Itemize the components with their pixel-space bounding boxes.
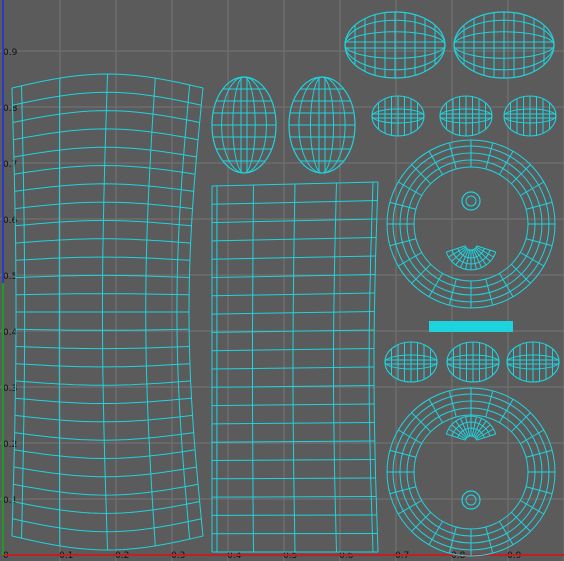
wire-edge bbox=[461, 191, 481, 211]
uv-shell-ring-lower[interactable] bbox=[386, 387, 556, 557]
v-tick-0.1: 0.1 bbox=[3, 496, 17, 506]
wire-edge bbox=[461, 490, 481, 510]
uv-shell-tall-strip-middle[interactable] bbox=[211, 181, 379, 553]
wire-edge bbox=[465, 195, 477, 207]
uv-shell-cap-bar[interactable] bbox=[429, 321, 513, 332]
uv-shell-small-bands-row1[interactable] bbox=[371, 95, 557, 137]
uv-canvas[interactable]: 0 0.1 0.2 0.3 0.4 0.5 0.6 0.7 0.8 0.9 0.… bbox=[0, 0, 564, 561]
v-tick-0.9: 0.9 bbox=[3, 48, 18, 58]
v-tick-0.4: 0.4 bbox=[3, 328, 18, 338]
wire-edge bbox=[465, 416, 471, 437]
v-tick-0.7: 0.7 bbox=[3, 160, 17, 170]
v-tick-0.2: 0.2 bbox=[3, 440, 17, 450]
v-tick-0.5: 0.5 bbox=[3, 272, 17, 282]
uv-editor-viewport[interactable]: 0 0.1 0.2 0.3 0.4 0.5 0.6 0.7 0.8 0.9 0.… bbox=[0, 0, 564, 561]
uv-shell-pod-1[interactable] bbox=[211, 76, 277, 174]
v-tick-0.8: 0.8 bbox=[3, 104, 18, 114]
uv-shell-tall-strip-left[interactable] bbox=[11, 73, 204, 551]
uv-shell-small-bands-row2[interactable] bbox=[384, 341, 560, 383]
wire-edge bbox=[465, 494, 477, 506]
uv-shell-oval-top-right[interactable] bbox=[453, 11, 555, 79]
wire-edge bbox=[471, 249, 477, 270]
cap-bar-fill bbox=[429, 321, 513, 332]
uv-shell-oval-top-left[interactable] bbox=[344, 11, 446, 79]
wire-edge bbox=[188, 87, 204, 537]
wire-edge bbox=[58, 78, 61, 546]
wire-edge bbox=[465, 249, 471, 270]
uv-shell-pod-2[interactable] bbox=[288, 76, 356, 174]
wire-edge bbox=[11, 87, 17, 537]
uv-shell-ring-upper[interactable] bbox=[386, 139, 556, 309]
wire-edge bbox=[471, 416, 477, 437]
